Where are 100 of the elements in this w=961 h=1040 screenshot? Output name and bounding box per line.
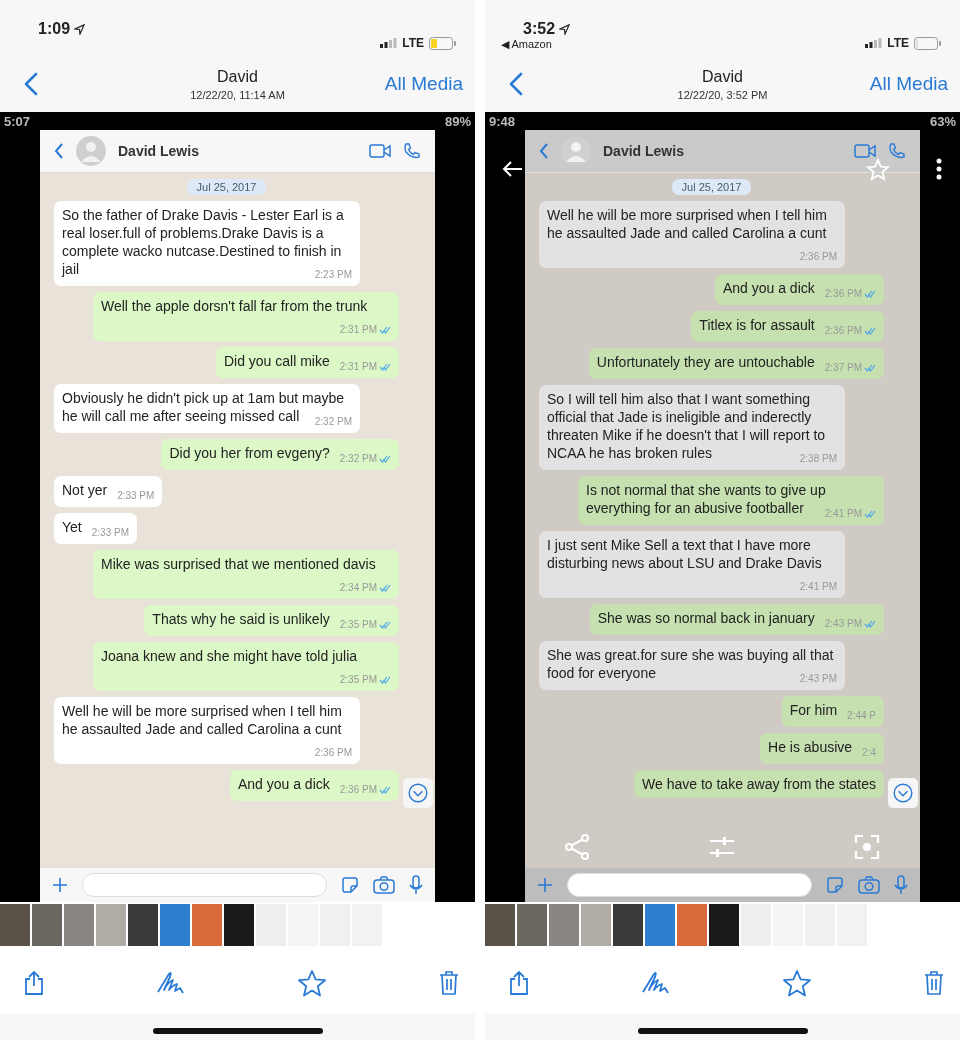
plus-icon xyxy=(52,877,68,893)
share-icon[interactable] xyxy=(24,970,44,996)
message-bubble: Mike was surprised that we mentioned davis 2:34 PM xyxy=(93,550,399,599)
message-bubble: Thats why he said is unlikely 2:35 PM xyxy=(144,605,399,636)
photo-thumbnail[interactable] xyxy=(549,904,579,946)
message-bubble: Well he will be more surprised when I tell him he assaulted Jade and called Carolina a cunt 2:36 PM xyxy=(54,697,360,764)
trash-icon[interactable] xyxy=(438,970,459,996)
photo-thumbnail[interactable] xyxy=(128,904,158,946)
message-bubble: So the father of Drake Davis - Lester Earl is a real loser.full of problems.Drake Davis is a complete wacko nutcase.Destined to finish in jail 2:23 PM xyxy=(54,201,360,286)
share-nodes-icon[interactable] xyxy=(565,834,589,860)
phone-icon xyxy=(888,142,906,160)
read-ticks-icon xyxy=(864,364,876,372)
photo-thumbnail[interactable] xyxy=(485,904,515,946)
status-time: 1:09 xyxy=(38,20,71,38)
message-bubble: Did you her from evgeny? 2:32 PM xyxy=(161,439,399,470)
android-battery-percent: 89% xyxy=(444,113,471,129)
arrow-left-icon[interactable] xyxy=(501,160,523,178)
message-bubble: And you a dick 2:36 PM xyxy=(229,770,399,801)
message-bubble: Did you call mike 2:31 PM xyxy=(215,347,399,378)
message-bubble: Yet 2:33 PM xyxy=(54,513,137,544)
video-call-icon xyxy=(369,144,391,158)
plus-icon xyxy=(537,877,553,893)
date-pill: Jul 25, 2017 xyxy=(186,179,267,195)
focus-lens-icon[interactable] xyxy=(854,834,880,860)
read-ticks-icon xyxy=(379,786,391,794)
android-status-time: 9:48 xyxy=(489,113,516,129)
trash-icon[interactable] xyxy=(923,970,944,996)
read-ticks-icon xyxy=(379,584,391,592)
location-arrow-icon xyxy=(74,23,86,35)
sticker-icon xyxy=(826,876,844,894)
read-ticks-icon xyxy=(864,327,876,335)
photo-thumbnail[interactable] xyxy=(517,904,547,946)
read-ticks-icon xyxy=(379,363,391,371)
message-bubble: He is abusive 2:4 xyxy=(760,733,884,764)
read-ticks-icon xyxy=(379,326,391,334)
read-ticks-icon xyxy=(379,676,391,684)
contact-name: David Lewis xyxy=(603,143,684,159)
status-time: 3:52 xyxy=(523,20,556,38)
network-label: LTE xyxy=(887,36,909,50)
android-battery-percent: 63% xyxy=(929,113,956,129)
message-bubble: Not yer 2:33 PM xyxy=(54,476,163,507)
signal-icon xyxy=(865,38,883,48)
contact-name: David Lewis xyxy=(118,143,199,159)
photo-thumbnail[interactable] xyxy=(645,904,675,946)
signal-icon xyxy=(380,38,398,48)
message-bubble: She was great.for sure she was buying all that food for everyone 2:43 PM xyxy=(539,641,845,690)
back-chevron-icon xyxy=(54,143,64,159)
message-bubble: She was so normal back in january 2:43 PM xyxy=(589,604,884,635)
microphone-icon xyxy=(409,875,423,895)
star-icon[interactable] xyxy=(782,969,813,997)
camera-icon xyxy=(858,876,880,894)
scroll-down-icon xyxy=(888,778,918,808)
back-chevron-icon[interactable] xyxy=(24,72,38,96)
avatar-icon xyxy=(76,136,106,166)
date-pill: Jul 25, 2017 xyxy=(671,179,752,195)
sliders-icon[interactable] xyxy=(708,835,735,859)
message-bubble: We have to take away from the states xyxy=(634,770,884,798)
photo-thumbnail[interactable] xyxy=(192,904,222,946)
photo-thumbnail[interactable] xyxy=(0,904,30,946)
message-bubble: And you a dick 2:36 PM xyxy=(714,274,884,305)
markup-pen-icon[interactable] xyxy=(640,970,671,996)
all-media-link[interactable]: All Media xyxy=(869,73,948,95)
photo-thumbnail[interactable] xyxy=(96,904,126,946)
message-bubble: So I will tell him also that I want something official that Jade is ineligible and inderectly threaten Mike if he doesn't that I will report to NCAA he has broken rules 2:38 PM xyxy=(539,385,845,470)
scroll-down-icon xyxy=(403,778,433,808)
photo-thumbnail[interactable] xyxy=(160,904,190,946)
message-bubble: Obviously he didn't pick up at 1am but maybe he will call me after seeing missed call 2:32 PM xyxy=(54,384,360,433)
read-ticks-icon xyxy=(379,455,391,463)
more-options-icon[interactable] xyxy=(936,158,942,180)
sticker-icon xyxy=(341,876,359,894)
photo-thumbnail[interactable] xyxy=(224,904,254,946)
nav-title: David xyxy=(217,67,258,86)
message-bubble: Well the apple dorsn't fall far from the trunk 2:31 PM xyxy=(93,292,399,341)
nav-date: 12/22/20, 3:52 PM xyxy=(677,88,768,101)
star-icon[interactable] xyxy=(297,969,328,997)
message-bubble: I just sent Mike Sell a text that I have more disturbing news about LSU and Drake Davis 2:41 PM xyxy=(539,531,845,598)
location-arrow-icon xyxy=(559,23,571,35)
message-bubble: Is not normal that she wants to give up everything for an abusive footballer 2:41 PM xyxy=(578,476,884,525)
photo-thumbnail[interactable] xyxy=(581,904,611,946)
message-bubble: For him 2:44 P xyxy=(781,696,884,727)
read-ticks-icon xyxy=(864,510,876,518)
nav-date: 12/22/20, 11:14 AM xyxy=(190,88,285,101)
camera-icon xyxy=(373,876,395,894)
photo-thumbnail[interactable] xyxy=(64,904,94,946)
nav-title: David xyxy=(702,67,743,86)
back-chevron-icon xyxy=(539,143,549,159)
photo-thumbnail[interactable] xyxy=(709,904,739,946)
message-bubble: Joana knew and she might have told julia 2:35 PM xyxy=(93,642,399,691)
android-status-time: 5:07 xyxy=(4,113,31,129)
photo-thumbnail[interactable] xyxy=(677,904,707,946)
markup-pen-icon[interactable] xyxy=(155,970,186,996)
microphone-icon xyxy=(894,875,908,895)
all-media-link[interactable]: All Media xyxy=(384,73,463,95)
message-bubble: Well he will be more surprised when I tell him he assaulted Jade and called Carolina a cunt 2:36 PM xyxy=(539,201,845,268)
photo-thumbnail[interactable] xyxy=(613,904,643,946)
photo-thumbnail[interactable] xyxy=(32,904,62,946)
back-chevron-icon[interactable] xyxy=(509,72,523,96)
read-ticks-icon xyxy=(379,621,391,629)
share-icon[interactable] xyxy=(509,970,529,996)
back-to-app-link[interactable]: ◀ Amazon xyxy=(501,38,571,51)
